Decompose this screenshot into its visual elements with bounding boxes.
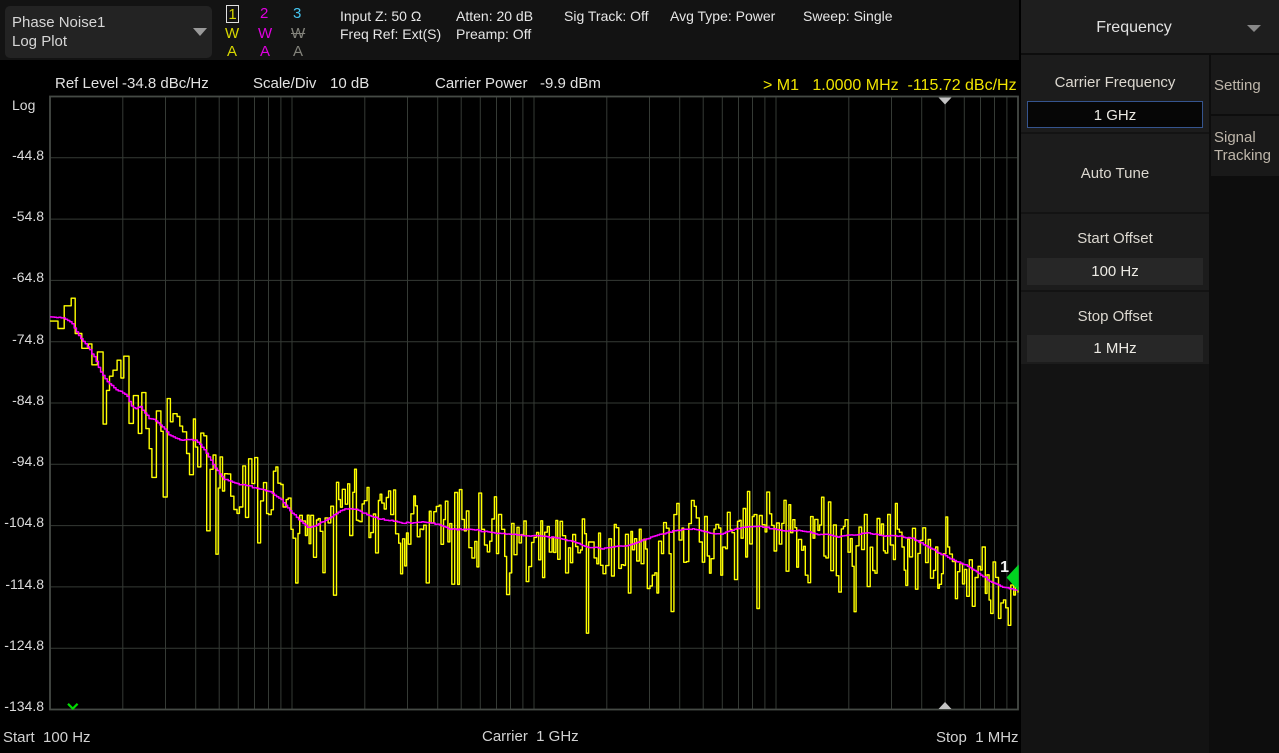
svg-text:1: 1 <box>1000 559 1009 576</box>
